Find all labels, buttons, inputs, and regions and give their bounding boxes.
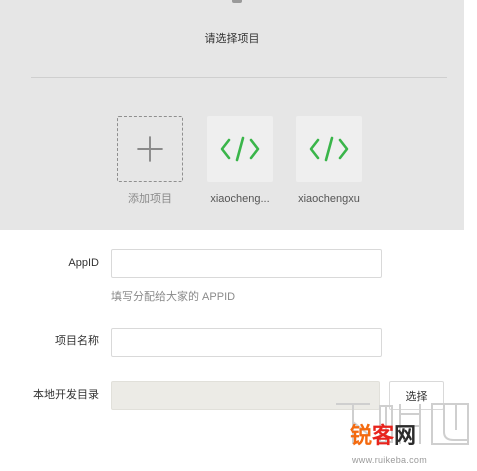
project-name-label: 项目名称 (55, 335, 99, 347)
code-icon (220, 136, 260, 162)
add-project-label: 添加项目 (128, 193, 172, 205)
appid-label: AppID (68, 257, 99, 269)
appid-hint: 填写分配给大家的 APPID (111, 291, 236, 303)
project-name-input[interactable] (111, 328, 382, 357)
new-project-dialog: 请选择项目 添加项目 xiaocheng... xiaochengxu AppI… (0, 0, 477, 471)
project-tile-2[interactable] (296, 116, 362, 182)
divider (31, 77, 447, 78)
local-dir-label: 本地开发目录 (33, 389, 99, 401)
add-project-button[interactable] (117, 116, 183, 182)
project-picker-title: 请选择项目 (204, 33, 260, 45)
panel-handle (232, 0, 242, 3)
local-dir-input[interactable] (111, 381, 380, 410)
appid-input[interactable] (111, 249, 382, 278)
project-tile-1-label: xiaocheng... (210, 193, 270, 205)
project-picker-panel: 请选择项目 添加项目 xiaocheng... xiaochengxu (0, 0, 464, 230)
project-tile-2-label: xiaochengxu (298, 193, 360, 205)
choose-directory-button[interactable]: 选择 (389, 381, 444, 410)
plus-icon (137, 136, 163, 162)
code-icon (309, 136, 349, 162)
project-tile-1[interactable] (207, 116, 273, 182)
